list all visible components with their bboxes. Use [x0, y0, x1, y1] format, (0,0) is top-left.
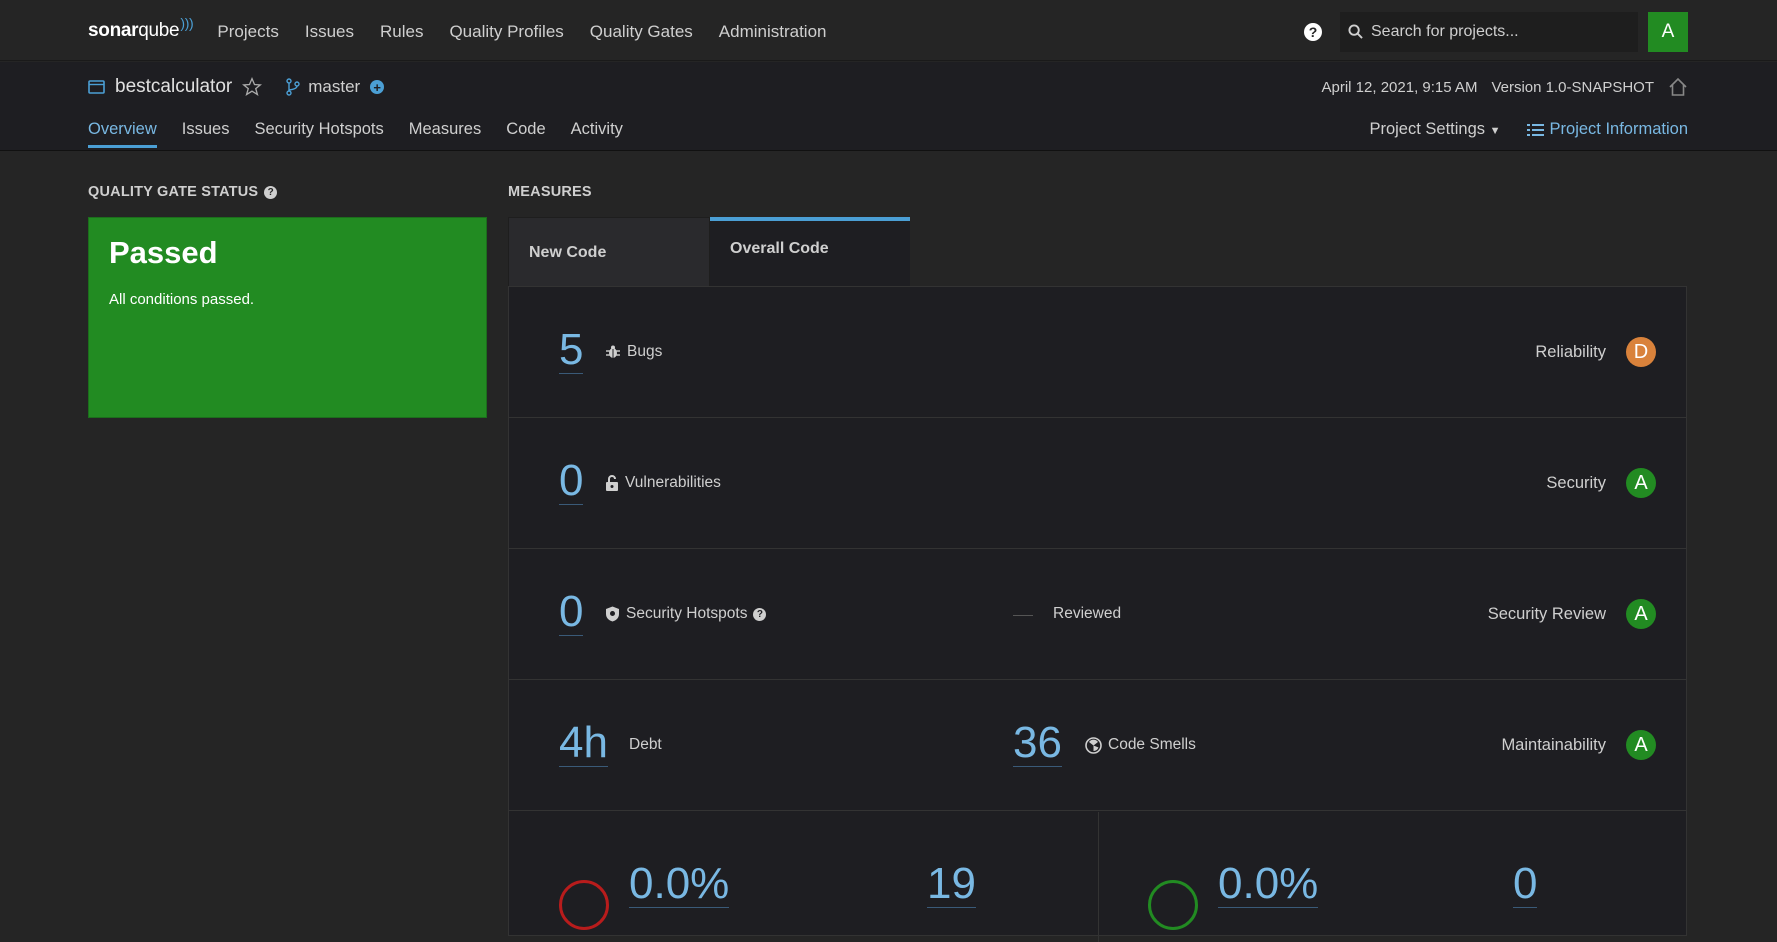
coverage-value[interactable]: 0.0% [629, 861, 730, 908]
duplicated-blocks-value[interactable]: 0 [1513, 861, 1538, 908]
duplications-value[interactable]: 0.0% [1218, 861, 1319, 908]
hotspots-value[interactable]: 0 [559, 589, 584, 636]
vulnerabilities-label: Vulnerabilities [605, 474, 721, 492]
user-avatar[interactable]: A [1648, 11, 1688, 52]
nav-projects[interactable]: Projects [217, 22, 278, 42]
reviewed-label: Reviewed [1053, 605, 1122, 622]
tab-activity[interactable]: Activity [571, 120, 623, 145]
hotspots-row: 0 Security Hotspots ? Reviewed Security … [509, 549, 1686, 680]
quality-gate-title: QUALITY GATE STATUS? [88, 184, 278, 200]
hotspots-label: Security Hotspots ? [605, 605, 767, 623]
search-icon [1348, 24, 1363, 39]
security-rating[interactable]: A [1626, 468, 1656, 498]
nav-quality-profiles[interactable]: Quality Profiles [449, 22, 563, 42]
bugs-label: Bugs [605, 343, 662, 361]
nav-rules[interactable]: Rules [380, 22, 423, 42]
project-information-link[interactable]: Project Information [1526, 120, 1688, 139]
reliability-label: Reliability [1535, 343, 1606, 361]
bug-icon [606, 345, 620, 358]
add-branch-icon[interactable]: + [370, 80, 385, 95]
code-smell-icon [1085, 736, 1102, 754]
quality-gate-status-box: Passed All conditions passed. [88, 217, 487, 418]
code-smells-label: Code Smells [1085, 736, 1196, 754]
bugs-row: 5 Bugs Reliability D [509, 287, 1686, 418]
quality-gate-message: All conditions passed. [109, 291, 255, 308]
nav-quality-gates[interactable]: Quality Gates [590, 22, 693, 42]
branch-name[interactable]: master [308, 77, 360, 97]
maintainability-row: 4h Debt 36 Code Smells Maintainability A [509, 680, 1686, 811]
list-icon [1526, 123, 1544, 136]
security-review-label: Security Review [1487, 605, 1606, 623]
bugs-value[interactable]: 5 [559, 327, 584, 374]
security-review-rating[interactable]: A [1626, 599, 1656, 629]
coverage-duplications-divider [1098, 812, 1099, 942]
tab-security-hotspots[interactable]: Security Hotspots [254, 120, 383, 145]
logo-wave-icon: ))) [180, 14, 194, 31]
maintainability-rating[interactable]: A [1626, 730, 1656, 760]
star-icon[interactable] [242, 77, 263, 97]
vulnerabilities-value[interactable]: 0 [559, 458, 584, 505]
coverage-ring [559, 880, 609, 930]
caret-down-icon: ▼ [1489, 125, 1501, 137]
debt-value[interactable]: 4h [559, 720, 608, 767]
home-icon[interactable] [1668, 77, 1688, 97]
branch-icon [286, 78, 300, 96]
debt-label: Debt [629, 736, 662, 753]
duplications-ring [1148, 880, 1198, 930]
tab-new-code[interactable]: New Code [508, 217, 710, 287]
tab-measures[interactable]: Measures [409, 120, 481, 145]
project-settings-dropdown[interactable]: Project Settings ▼ [1369, 120, 1500, 139]
nav-administration[interactable]: Administration [719, 22, 827, 42]
measures-panel: 5 Bugs Reliability D 0 Vulnerabilities S… [508, 286, 1687, 942]
help-icon[interactable]: ? [1304, 22, 1322, 41]
tab-code[interactable]: Code [506, 120, 545, 145]
measures-title: MEASURES [508, 184, 592, 200]
help-icon[interactable]: ? [264, 185, 278, 199]
quality-gate-status: Passed [109, 235, 218, 270]
top-navbar: sonarqube))) Projects Issues Rules Quali… [0, 2, 1777, 61]
shield-icon [606, 606, 619, 622]
tab-issues[interactable]: Issues [182, 120, 230, 145]
unit-tests-value[interactable]: 19 [927, 861, 976, 908]
reliability-rating[interactable]: D [1626, 337, 1656, 367]
help-icon[interactable]: ? [753, 607, 767, 621]
security-label: Security [1546, 474, 1606, 492]
project-icon [88, 80, 105, 94]
project-header: bestcalculator master + April 12, 2021, … [0, 62, 1777, 151]
code-smells-value[interactable]: 36 [1013, 720, 1062, 767]
vulnerabilities-row: 0 Vulnerabilities Security A [509, 418, 1686, 549]
analysis-date: April 12, 2021, 9:15 AM [1321, 78, 1478, 96]
search-box[interactable] [1340, 11, 1638, 52]
project-name[interactable]: bestcalculator [115, 76, 232, 98]
maintainability-label: Maintainability [1501, 736, 1606, 754]
lock-icon [606, 475, 618, 491]
nav-issues[interactable]: Issues [305, 22, 354, 42]
tab-overview[interactable]: Overview [88, 120, 157, 148]
sonarqube-logo[interactable]: sonarqube))) [88, 15, 194, 42]
reviewed-dash [1013, 615, 1033, 616]
project-version: Version 1.0-SNAPSHOT [1491, 78, 1654, 96]
tab-overall-code[interactable]: Overall Code [710, 217, 910, 287]
search-input[interactable] [1371, 22, 1621, 41]
